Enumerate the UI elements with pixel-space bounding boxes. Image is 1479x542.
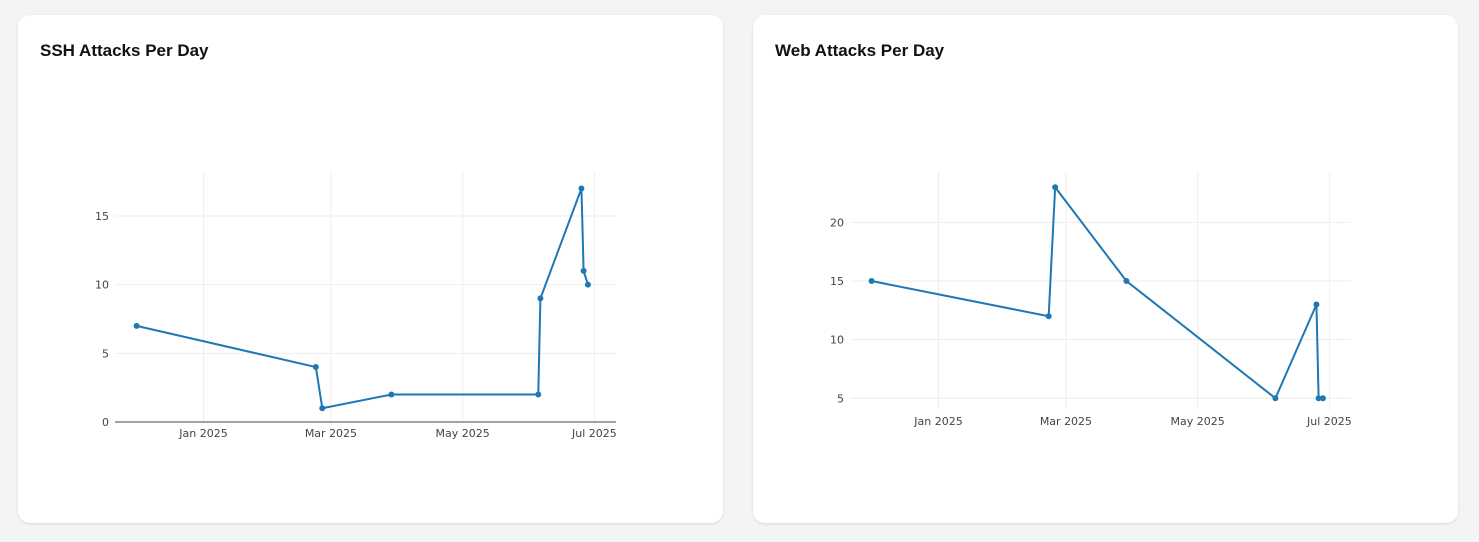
ssh-x-tick-label: May 2025 [436,427,490,440]
ssh-data-point[interactable] [133,322,140,329]
ssh-y-tick-label: 10 [95,279,109,292]
web-y-tick-label: 20 [830,216,844,229]
ssh-data-point[interactable] [580,267,587,274]
ssh-attacks-card: SSH Attacks Per Day 0 5 10 15 Jan 2025 Mar 20… [18,15,723,523]
web-y-tick-label: 15 [830,275,844,288]
ssh-data-point[interactable] [578,185,585,192]
web-x-tick-label: Jul 2025 [1306,415,1352,428]
ssh-data-point[interactable] [388,391,395,398]
ssh-y-tick-label: 15 [95,210,109,223]
ssh-data-point[interactable] [319,405,326,412]
ssh-attacks-chart[interactable]: 0 5 10 15 Jan 2025 Mar 2025 May 2025 Jul 2025 [18,15,723,523]
ssh-x-tick-label: Jul 2025 [571,427,617,440]
ssh-y-tick-label: 0 [102,416,109,429]
ssh-data-point[interactable] [584,281,591,288]
web-data-point[interactable] [1123,278,1130,285]
web-series-line [871,186,1323,400]
ssh-data-point[interactable] [535,391,542,398]
web-data-point[interactable] [868,278,875,285]
web-data-point[interactable] [1045,313,1052,320]
web-y-tick-label: 5 [837,392,844,405]
ssh-series-line [136,187,589,410]
web-x-tick-label: May 2025 [1171,415,1225,428]
ssh-y-tick-label: 5 [102,347,109,360]
web-attacks-chart[interactable]: 5 10 15 20 Jan 2025 Mar 2025 May 2025 Jul 2025 [753,15,1458,523]
web-x-tick-label: Mar 2025 [1040,415,1092,428]
ssh-x-tick-label: Mar 2025 [305,427,357,440]
ssh-data-point[interactable] [312,364,319,371]
web-attacks-card: Web Attacks Per Day 5 10 15 20 Jan 2025 Mar 2… [753,15,1458,523]
web-data-point[interactable] [1052,184,1059,191]
web-y-tick-label: 10 [830,334,844,347]
web-x-tick-label: Jan 2025 [913,415,962,428]
ssh-data-point[interactable] [537,295,544,302]
ssh-x-tick-label: Jan 2025 [178,427,227,440]
web-data-point[interactable] [1313,301,1320,308]
web-data-point[interactable] [1319,395,1326,402]
web-data-point[interactable] [1272,395,1279,402]
